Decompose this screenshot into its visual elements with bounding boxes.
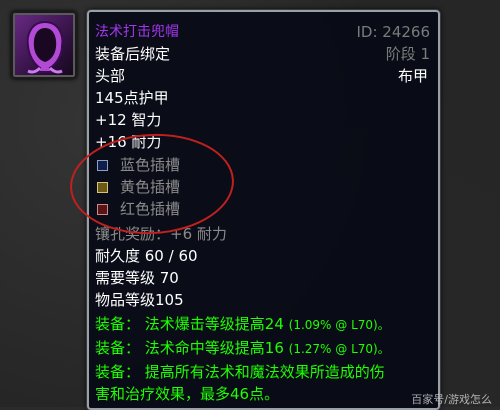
socket-red: 红色插槽	[97, 199, 180, 219]
item-name: 法术打击兜帽	[95, 24, 179, 40]
equip-effect-percent: (1.09% @ L70)。	[288, 318, 390, 332]
stage-label: 阶段 1	[385, 45, 430, 63]
socket-label: 蓝色插槽	[120, 156, 181, 174]
armor-value: 145点护甲	[95, 89, 169, 107]
item-id: ID: 24266	[356, 23, 430, 41]
bind-type: 装备后绑定	[95, 45, 171, 63]
equip-effect-text: 装备： 法术命中等级提高16	[95, 339, 284, 357]
stat-intellect: +12 智力	[95, 111, 162, 129]
required-level: 需要等级 70	[95, 269, 179, 287]
armor-type: 布甲	[397, 67, 428, 85]
item-level: 物品等级105	[95, 291, 184, 309]
hood-graphic	[26, 20, 64, 74]
equip-effect-crit: 装备： 法术爆击等级提高24 (1.09% @ L70)。	[95, 314, 390, 335]
equip-effect-text: 装备： 法术爆击等级提高24	[95, 315, 284, 333]
equip-effect-spell-power-line2: 害和治疗效果，最多46点。	[95, 385, 280, 403]
equip-effect-percent: (1.27% @ L70)。	[288, 342, 390, 356]
watermark: 百家号/游戏怎么	[411, 393, 492, 406]
purple-hood-icon[interactable]	[11, 11, 77, 79]
socket-label: 红色插槽	[120, 200, 181, 218]
durability: 耐久度 60 / 60	[95, 247, 198, 265]
item-tooltip: 法术打击兜帽 ID: 24266 装备后绑定 阶段 1 头部 布甲 145点护甲…	[87, 10, 440, 410]
socket-bonus: 镶孔奖励：+6 耐力	[95, 225, 227, 243]
socket-blue: 蓝色插槽	[97, 155, 180, 175]
equip-effect-hit: 装备： 法术命中等级提高16 (1.27% @ L70)。	[95, 338, 390, 359]
blue-socket-icon	[97, 160, 108, 171]
slot: 头部	[95, 67, 126, 85]
socket-yellow: 黄色插槽	[97, 177, 180, 197]
red-socket-icon	[97, 204, 108, 215]
socket-label: 黄色插槽	[120, 178, 181, 196]
yellow-socket-icon	[97, 182, 108, 193]
equip-effect-spell-power-line1: 装备： 提高所有法术和魔法效果所造成的伤	[95, 363, 385, 381]
stat-stamina: +16 耐力	[95, 133, 162, 151]
